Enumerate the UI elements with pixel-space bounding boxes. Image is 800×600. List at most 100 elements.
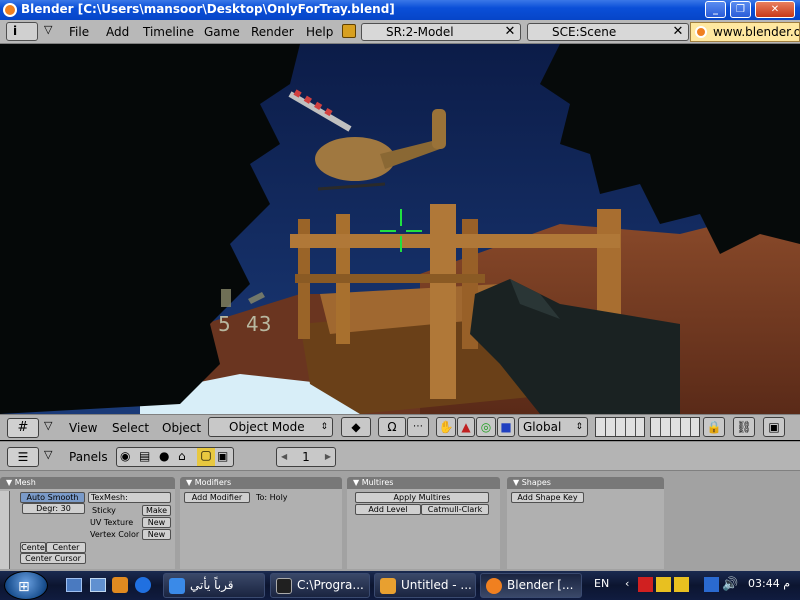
website-url: www.blender.o [713, 25, 800, 39]
delete-scene-close-icon[interactable]: ✕ [668, 23, 688, 41]
add-level-button[interactable]: Add Level [355, 504, 421, 515]
editor-type-info-icon[interactable]: i [6, 22, 38, 41]
shading-context-icon[interactable]: ● [159, 449, 169, 463]
mode-selector[interactable]: Object Mode ⇕ [208, 417, 333, 437]
uv-texture-new-button[interactable]: New [142, 517, 171, 528]
3d-viewport[interactable]: 5 43 [0, 44, 800, 414]
show-desktop-icon[interactable] [66, 578, 82, 592]
scene-name-field[interactable]: SCE:Scene [527, 23, 689, 41]
collapse-buttons-triangle-icon[interactable]: ▽ [44, 448, 52, 461]
restore-button[interactable]: ❐ [730, 1, 751, 18]
context-buttons-group: ◉ ▤ ● ⌂ ▢ ▣ [116, 447, 234, 467]
centre-button[interactable]: Cente [20, 542, 46, 553]
screen-name-field[interactable]: SR:2-Model [361, 23, 521, 41]
decrement-arrow-icon[interactable]: ◀ [281, 448, 287, 466]
degr-field[interactable]: Degr: 30 [22, 503, 85, 514]
modifiers-panel-tab[interactable]: ▼ Modifiers [180, 477, 342, 489]
taskbar-item-blender[interactable]: Blender [... [480, 573, 582, 598]
uv-texture-label: UV Texture [90, 518, 134, 527]
collapse-menu-triangle-icon[interactable]: ▽ [44, 23, 52, 36]
translate-manipulator-icon[interactable]: ▲ [457, 417, 475, 437]
texmesh-field[interactable]: TexMesh: [88, 492, 171, 503]
center-new-button[interactable]: Center Ne [46, 542, 86, 561]
menu-render[interactable]: Render [251, 25, 294, 39]
minimize-button[interactable]: _ [705, 1, 726, 18]
editor-type-grid-icon[interactable]: # [7, 418, 39, 438]
screen-browse-icon[interactable] [342, 24, 356, 38]
buttons-window-header: ☰ ▽ Panels ◉ ▤ ● ⌂ ▢ ▣ ◀ 1 ▶ [0, 441, 800, 471]
panels-menu[interactable]: Panels [69, 450, 108, 464]
tray-app-icon-1[interactable] [638, 577, 653, 592]
menu-view[interactable]: View [69, 421, 97, 435]
rotate-manipulator-icon[interactable]: ◎ [476, 417, 496, 437]
auto-smooth-toggle[interactable]: Auto Smooth [20, 492, 85, 503]
subdivision-type-select[interactable]: Catmull-Clark [421, 504, 489, 515]
menu-select[interactable]: Select [112, 421, 149, 435]
vertex-color-new-button[interactable]: New [142, 529, 171, 540]
shapes-panel-tab[interactable]: ▼ Shapes [507, 477, 664, 489]
ammo-clip-count: 5 [218, 312, 231, 336]
collapse-header-triangle-icon[interactable]: ▽ [44, 419, 52, 432]
blender-website-link[interactable]: www.blender.o [690, 22, 800, 42]
menu-object[interactable]: Object [162, 421, 201, 435]
script-context-icon[interactable]: ▤ [139, 449, 150, 463]
switch-windows-icon[interactable] [90, 578, 106, 592]
menu-help[interactable]: Help [306, 25, 333, 39]
window-title: Blender [C:\Users\mansoor\Desktop\OnlyFo… [21, 2, 395, 16]
taskbar-item-paint[interactable]: Untitled - ... [374, 573, 476, 598]
quicklaunch-app-icon[interactable] [135, 577, 151, 593]
task-label-browser: قرباً يأتي [190, 578, 234, 592]
volume-icon[interactable]: 🔊 [722, 577, 738, 592]
modifier-target-label: To: Holy [256, 493, 288, 502]
media-player-icon[interactable] [112, 577, 128, 593]
game-scene [0, 44, 800, 414]
layer-buttons-group-2[interactable] [650, 417, 700, 437]
menu-game[interactable]: Game [204, 25, 240, 39]
transform-manipulator-toggle[interactable]: ⋯ [407, 417, 429, 437]
mesh-panel-tab[interactable]: ▼ Mesh [0, 477, 175, 489]
scale-manipulator-icon[interactable]: ■ [497, 417, 515, 437]
tray-app-icon-2[interactable] [656, 577, 671, 592]
apply-multires-button[interactable]: Apply Multires [355, 492, 489, 503]
hand-manipulator-icon[interactable]: ✋ [436, 417, 456, 437]
multires-panel-tab[interactable]: ▼ Multires [347, 477, 500, 489]
menu-file[interactable]: File [69, 25, 89, 39]
network-icon[interactable] [704, 577, 719, 592]
add-shape-key-button[interactable]: Add Shape Key [511, 492, 584, 503]
tray-expand-icon[interactable]: ‹ [625, 577, 629, 590]
delete-screen-close-icon[interactable]: ✕ [500, 23, 520, 41]
center-cursor-button[interactable]: Center Cursor [20, 553, 86, 564]
orientation-selector[interactable]: Global ⇕ [518, 417, 588, 437]
object-context-icon[interactable]: ⌂ [178, 449, 186, 463]
add-modifier-button[interactable]: Add Modifier [184, 492, 250, 503]
pivot-selector[interactable]: Ω [378, 417, 406, 437]
frame-value: 1 [302, 450, 310, 464]
editor-type-buttons-icon[interactable]: ☰ [7, 447, 39, 467]
editing-context-icon[interactable]: ▢ [197, 448, 215, 466]
menu-add[interactable]: Add [106, 25, 129, 39]
render-image-icon[interactable]: ▣ [763, 417, 785, 437]
lock-layers-icon[interactable]: 🔒 [703, 417, 725, 437]
tray-app-icon-3[interactable] [674, 577, 689, 592]
mesh-panel-cutoff [0, 491, 10, 569]
sticky-make-button[interactable]: Make [142, 505, 171, 516]
taskbar-item-cmd[interactable]: C:\Progra... [270, 573, 370, 598]
clock[interactable]: 03:44 م [748, 577, 790, 590]
vertex-color-label: Vertex Color [90, 530, 140, 539]
task-label-paint: Untitled - ... [401, 578, 472, 592]
shapes-panel: Add Shape Key [507, 489, 664, 569]
language-indicator[interactable]: EN [594, 577, 609, 590]
draw-type-selector[interactable]: ◆ [341, 417, 371, 437]
increment-arrow-icon[interactable]: ▶ [325, 448, 331, 466]
frame-number-field[interactable]: ◀ 1 ▶ [276, 447, 336, 467]
start-button[interactable]: ⊞ [4, 571, 48, 600]
scene-context-icon[interactable]: ▣ [217, 449, 228, 463]
logic-context-icon[interactable]: ◉ [120, 449, 130, 463]
layer-buttons-group-1[interactable] [595, 417, 645, 437]
taskbar-item-browser[interactable]: قرباً يأتي [163, 573, 265, 598]
menu-timeline[interactable]: Timeline [143, 25, 194, 39]
ammo-total-count: 43 [246, 312, 272, 336]
close-button[interactable]: ✕ [755, 1, 795, 18]
wood-post-3 [430, 204, 456, 399]
opengl-render-link-icon[interactable]: ⛓ [733, 417, 755, 437]
